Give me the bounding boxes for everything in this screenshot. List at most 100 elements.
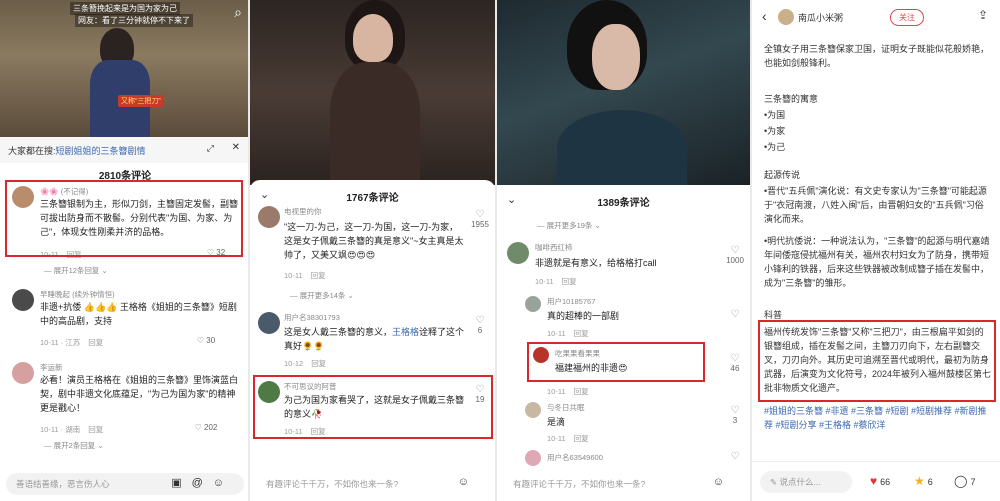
comment-text: 非遗就是有意义，给格格打call: [535, 258, 657, 268]
comment-meta: 10-11 回复: [535, 277, 577, 286]
chevron-down-icon[interactable]: ⌄: [507, 193, 516, 206]
comment-input[interactable]: 有趣评论千千万，不如你也来一条? ☺: [503, 473, 744, 495]
like-count[interactable]: ♡ 1955: [468, 210, 492, 230]
like-icon[interactable]: ♡: [723, 310, 747, 320]
expand-replies[interactable]: — 展开更多14条 ⌄: [290, 290, 354, 301]
panel-3-comments: ⌄ 1389条评论 — 展开更多19条 ⌄ 咖啡西红柿 非遗就是有意义，给格格打…: [497, 0, 750, 501]
avatar[interactable]: [258, 312, 280, 334]
reply-button[interactable]: 回复: [574, 434, 589, 443]
actress-face: [353, 14, 393, 62]
panel-4-article: ‹ 南瓜小米粥 关注 ⇪ 全镇女子用三条簪保家卫国，证明女子既能似花般娇艳，也能…: [752, 0, 1000, 501]
back-icon[interactable]: ‹: [762, 8, 767, 24]
reply-button[interactable]: 回复: [88, 425, 103, 434]
input-icons[interactable]: ▣@☺: [171, 476, 234, 489]
comment-input[interactable]: ✎ 说点什么...: [760, 471, 852, 493]
related-search-bar[interactable]: 大家都在搜:短剧姐姐的三条簪剧情 ⤢ ✕: [0, 137, 250, 163]
input-placeholder: 善语结善缘，恶言伤人心: [16, 479, 110, 489]
list-item: •为己: [764, 142, 786, 152]
input-placeholder: 说点什么...: [779, 477, 821, 487]
heart-icon: ♥: [870, 474, 878, 488]
avatar[interactable]: [525, 402, 541, 418]
emoji-icon[interactable]: ☺: [458, 476, 479, 488]
emoji-icon[interactable]: ☺: [713, 476, 734, 488]
paragraph: •晋代"五兵佩"演化说：有文史专家认为"三条簪"可能起源于"衣冠南渡，八姓入闽"…: [764, 186, 987, 224]
reply-button[interactable]: 回复: [562, 277, 577, 286]
star-button[interactable]: ★ 6: [914, 474, 933, 488]
expand-replies[interactable]: — 展开12条回复 ⌄: [44, 265, 108, 276]
reply-button[interactable]: 回复: [88, 338, 103, 347]
avatar[interactable]: [525, 450, 541, 466]
author-name[interactable]: 南瓜小米粥: [798, 11, 843, 24]
mention-link[interactable]: 王格格: [392, 327, 419, 337]
actress-costume: [557, 110, 687, 185]
avatar[interactable]: [12, 362, 34, 384]
avatar[interactable]: [12, 289, 34, 311]
video-player[interactable]: 三条簪挽起来是为国为家为己 网友：看了三分钟就停不下来了 又称“三把刀” ⌕: [0, 0, 250, 137]
input-placeholder: 有趣评论千千万，不如你也来一条?: [266, 479, 399, 489]
chevron-down-icon[interactable]: ⌄: [260, 188, 269, 201]
like-count[interactable]: ♡ 1000: [723, 246, 747, 266]
panel-1-comments: 三条簪挽起来是为国为家为己 网友：看了三分钟就停不下来了 又称“三把刀” ⌕ 大…: [0, 0, 250, 501]
comment-username[interactable]: 电视里的你: [284, 206, 322, 217]
expand-replies[interactable]: — 展开2条回复 ⌄: [44, 440, 104, 451]
actress-costume: [330, 62, 420, 185]
comment-username[interactable]: 用户10185767: [547, 296, 595, 307]
comment-meta: 10-11 · 江苏 回复: [40, 338, 104, 347]
action-bar: ✎ 说点什么... ♥ 66 ★ 6 ◯ 7: [752, 461, 1000, 501]
comment-username[interactable]: 用户名38301793: [284, 312, 340, 323]
video-player[interactable]: [250, 0, 495, 185]
like-count[interactable]: ♡ 30: [186, 336, 226, 345]
reply-button[interactable]: 回复: [311, 271, 326, 280]
paragraph: •明代抗倭说：一种说法认为，"三条簪"的起源与明代嘉靖年间倭寇侵扰福州有关，福州…: [764, 236, 990, 288]
comment-username[interactable]: 早睡晚起 (续外钟情恒): [40, 289, 115, 300]
reply-button[interactable]: 回复: [311, 359, 326, 368]
search-label: 大家都在搜:: [8, 146, 56, 156]
video-caption-2: 网友：看了三分钟就停不下来了: [75, 14, 193, 27]
comment-username[interactable]: 咖啡西红柿: [535, 242, 573, 253]
like-icon[interactable]: ♡: [723, 452, 747, 462]
expand-icon[interactable]: ⤢: [207, 143, 214, 154]
like-count[interactable]: ♡ 3: [723, 406, 747, 426]
like-count[interactable]: ♡ 46: [723, 354, 747, 374]
comment-count: 1389条评论: [597, 198, 650, 209]
comment-text: 这是女人戴三条簪的意义，王格格诠释了这个真好🌻🌻: [284, 327, 465, 351]
section-title: 起源传说: [764, 170, 801, 180]
comment-username[interactable]: 与冬日共眠: [547, 402, 585, 413]
hashtags[interactable]: #姐姐的三条簪 #非遗 #三条簪 #短剧 #短剧推荐 #新剧推荐 #短剧分享 #…: [764, 404, 994, 432]
avatar[interactable]: [507, 242, 529, 264]
search-keyword[interactable]: 短剧姐姐的三条簪剧情: [56, 146, 146, 156]
section-title: 三条簪的寓意: [764, 94, 819, 104]
like-count[interactable]: ♡ 202: [186, 423, 226, 432]
comment-button[interactable]: ◯ 7: [954, 474, 975, 488]
reply-button[interactable]: 回复: [574, 387, 589, 396]
author-avatar[interactable]: [778, 9, 794, 25]
comment-meta: 10-11 回复: [547, 329, 589, 338]
avatar[interactable]: [525, 296, 541, 312]
share-icon[interactable]: ⇪: [978, 8, 988, 22]
comment-text: "这一刀-为己，这一刀-为国，这一刀-为家，这是女子佩戴三条簪的真是意义"~女主…: [284, 222, 464, 260]
input-placeholder: 有趣评论千千万，不如你也来一条?: [513, 479, 646, 489]
avatar[interactable]: [258, 206, 280, 228]
reply-button[interactable]: 回复: [574, 329, 589, 338]
like-button[interactable]: ♥ 66: [870, 474, 890, 488]
video-badge: 又称“三把刀”: [118, 95, 164, 107]
comment-meta: 10-11 回复: [547, 434, 589, 443]
comment-username[interactable]: 李运新: [40, 362, 63, 373]
article-intro: 全镇女子用三条簪保家卫国，证明女子既能似花般娇艳，也能如剑般锋利。: [764, 44, 990, 68]
comment-input[interactable]: 有趣评论千千万，不如你也来一条? ☺: [256, 473, 489, 495]
comment-username[interactable]: 用户名63549600: [547, 452, 603, 463]
panel-2-comments: ⌄ 1767条评论 电视里的你 "这一刀-为己，这一刀-为国，这一刀-为家，这是…: [250, 0, 495, 501]
search-icon[interactable]: ⌕: [234, 4, 242, 21]
comment-input[interactable]: 善语结善缘，恶言伤人心 ▣@☺: [6, 473, 244, 495]
highlight-box: [527, 342, 705, 382]
follow-button[interactable]: 关注: [890, 9, 924, 26]
like-count[interactable]: ♡ 6: [468, 316, 492, 336]
video-player[interactable]: [497, 0, 750, 185]
comment-meta: 10-11 回复: [284, 271, 326, 280]
close-icon[interactable]: ✕: [232, 142, 240, 153]
list-item: •为国: [764, 110, 786, 120]
star-icon: ★: [914, 474, 925, 488]
highlight-box: [758, 320, 996, 402]
expand-replies[interactable]: — 展开更多19条 ⌄: [537, 220, 601, 231]
list-item: •为家: [764, 126, 786, 136]
